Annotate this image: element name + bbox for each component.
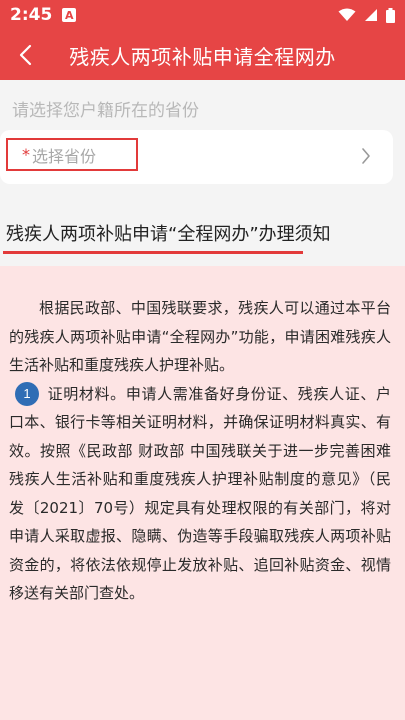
battery-icon xyxy=(386,7,395,23)
province-hint: 请选择您户籍所在的省份 xyxy=(12,101,199,121)
province-select-field[interactable]: * 选择省份 xyxy=(6,138,138,171)
item-number-badge: 1 xyxy=(15,382,39,406)
notice-item-1: 1 证明材料。申请人需准备好身份证、残疾人证、户口本、银行卡等相关证明材料，并确保… xyxy=(9,380,391,608)
wifi-icon xyxy=(338,8,356,21)
status-right xyxy=(338,7,395,23)
notice-panel: 根据民政部、中国残联要求，残疾人可以通过本平台的残疾人两项补贴申请“全程网办”功… xyxy=(0,266,405,720)
signal-icon xyxy=(365,9,377,21)
status-left: 2:45 A xyxy=(10,5,77,25)
province-select-placeholder: 选择省份 xyxy=(32,146,97,166)
notice-intro: 根据民政部、中国残联要求，残疾人可以通过本平台的残疾人两项补贴申请“全程网办”功… xyxy=(9,299,391,374)
chevron-right-icon[interactable] xyxy=(361,147,371,165)
notice-title: 残疾人两项补贴申请“全程网办”办理须知 xyxy=(6,224,331,245)
status-bar: 2:45 A xyxy=(0,0,405,30)
back-arrow-icon xyxy=(19,44,32,66)
notice-item-text: 证明材料。申请人需准备好身份证、残疾人证、户口本、银行卡等相关证明材料，并确保证… xyxy=(9,384,391,603)
required-mark: * xyxy=(22,145,30,164)
page-title: 残疾人两项补贴申请全程网办 xyxy=(69,44,336,69)
top-app-bar: 残疾人两项补贴申请全程网办 xyxy=(0,30,405,80)
province-select-row[interactable]: * 选择省份 xyxy=(0,130,393,184)
status-time: 2:45 xyxy=(10,5,53,25)
notification-app-icon: A xyxy=(62,8,77,22)
notice-title-underline xyxy=(3,251,303,254)
back-button[interactable] xyxy=(10,38,40,72)
